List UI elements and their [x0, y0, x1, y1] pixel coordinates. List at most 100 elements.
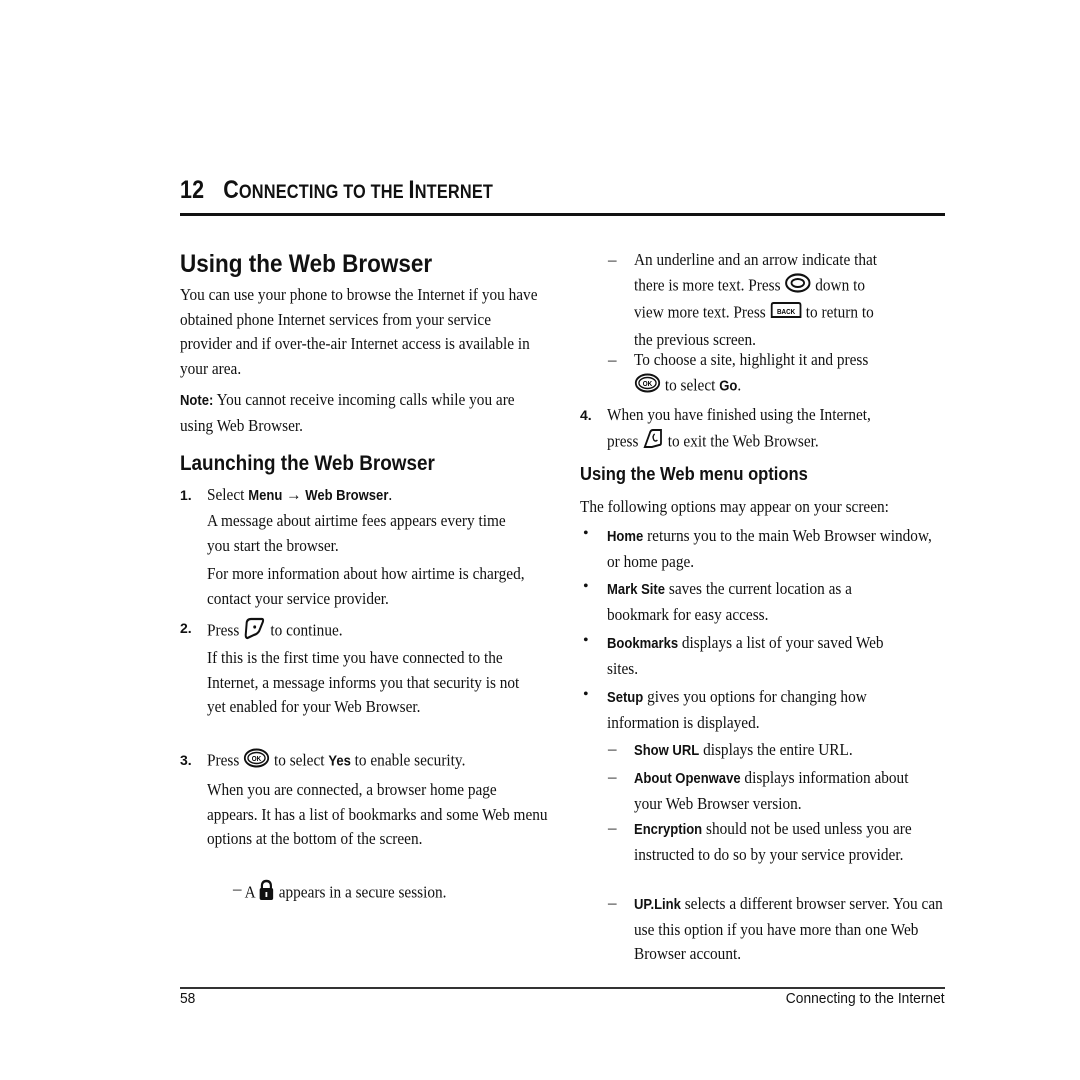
step-3: Press OK to select Yes to enable securit…	[207, 748, 585, 776]
arrow-glyph: →	[282, 485, 306, 504]
option-term: Show URL	[634, 743, 700, 759]
note-text: .	[737, 375, 742, 395]
bullet-marker: •	[583, 525, 589, 542]
dash-marker: –	[608, 250, 617, 269]
step-number: 3.	[180, 752, 192, 768]
setup-encryption: Encryption should not be used unless you…	[634, 817, 949, 867]
bullet-marker: •	[583, 578, 589, 595]
option-text: displays the entire URL.	[699, 740, 853, 759]
step-2-detail: If this is the first time you have conne…	[207, 648, 520, 716]
setup-about-openwave: About Openwave displays information abou…	[634, 766, 931, 816]
note-text: to return to	[801, 302, 874, 322]
svg-text:OK: OK	[252, 756, 262, 763]
navigation-key-icon	[784, 272, 811, 301]
option-text: gives you options for changing how infor…	[607, 687, 867, 732]
option-mark-site: Mark Site saves the current location as …	[607, 577, 913, 627]
ok-key-icon: OK	[243, 748, 270, 776]
step-text: Select	[207, 485, 249, 504]
chapter-title-sc: ONNECTING TO THE	[238, 182, 409, 203]
note-line: To choose a site, highlight it and press	[634, 350, 869, 369]
end-key-icon	[642, 428, 664, 458]
options-intro: The following options may appear on your…	[580, 497, 889, 516]
web-browser-term: Web Browser	[305, 488, 389, 504]
option-text: selects a different browser server. You …	[634, 894, 943, 963]
bullet-marker: •	[583, 686, 589, 703]
step-number: 4.	[580, 407, 592, 423]
step-text: press	[607, 431, 643, 451]
option-text: returns you to the main Web Browser wind…	[607, 526, 932, 571]
dash-marker: –	[608, 818, 617, 837]
note-line: there is more text. Press down to	[634, 272, 994, 301]
option-home: Home returns you to the main Web Browser…	[607, 524, 940, 574]
menu-term: Menu	[248, 488, 283, 504]
dash-marker: –	[608, 767, 617, 786]
step-line: press to exit the Web Browser.	[607, 428, 967, 458]
step-text: Press	[207, 620, 244, 640]
note-text: to select	[661, 375, 720, 395]
step-text: Press	[207, 750, 244, 770]
option-term: About Openwave	[634, 771, 741, 787]
dash-marker: –	[608, 739, 617, 758]
note-line: An underline and an arrow indicate that	[634, 250, 878, 269]
bullet-marker: •	[583, 632, 589, 649]
option-setup: Setup gives you options for changing how…	[607, 685, 922, 735]
more-text-note: An underline and an arrow indicate that …	[634, 248, 994, 352]
step-1-detail-2: For more information about how airtime i…	[207, 564, 525, 608]
go-term: Go	[719, 378, 738, 395]
step-text: to select	[270, 750, 329, 770]
dash-marker: –	[608, 350, 617, 369]
chapter-title-sc: NTERNET	[414, 182, 494, 203]
note-line: view more text. Press BACK to return to	[634, 300, 994, 328]
page-number: 58	[180, 990, 196, 1007]
step-text: to continue.	[266, 620, 343, 640]
setup-uplink: UP.Link selects a different browser serv…	[634, 892, 949, 967]
dash-marker: –	[608, 893, 617, 912]
step-number: 2.	[180, 620, 192, 636]
note-paragraph: Note: You cannot receive incoming calls …	[180, 388, 540, 438]
note-text: You cannot receive incoming calls while …	[180, 390, 515, 435]
chapter-title: 12 CONNECTING TO THE INTERNET	[180, 176, 493, 205]
svg-text:OK: OK	[643, 380, 653, 387]
note-label: Note:	[180, 393, 214, 409]
note-line: OK to select Go.	[634, 373, 994, 401]
option-term: Encryption	[634, 822, 703, 838]
yes-term: Yes	[328, 753, 351, 770]
step-number: 1.	[180, 487, 192, 503]
left-softkey-icon	[243, 616, 266, 648]
step-text: appears in a secure session.	[274, 882, 447, 902]
option-term: Bookmarks	[607, 636, 679, 652]
back-key-icon: BACK	[770, 300, 802, 328]
step-3-detail: When you are connected, a browser home p…	[207, 780, 548, 848]
step-text: A	[244, 882, 259, 902]
footer-rule	[180, 987, 945, 989]
note-text: there is more text. Press	[634, 275, 785, 295]
secure-session-note: – A appears in a secure session.	[234, 879, 558, 909]
header-rule	[180, 213, 945, 216]
step-text: to enable security.	[350, 750, 466, 770]
step-2: Press to continue.	[207, 616, 567, 648]
lock-icon	[259, 879, 275, 909]
section-heading: Using the Web Browser	[180, 250, 433, 278]
step-text: to exit the Web Browser.	[663, 431, 819, 451]
step-1: Select Menu → Web Browser.	[207, 483, 567, 509]
step-1-detail: A message about airtime fees appears eve…	[207, 511, 506, 555]
option-bookmarks: Bookmarks displays a list of your saved …	[607, 631, 904, 681]
option-term: Mark Site	[607, 582, 666, 598]
option-term: Home	[607, 529, 644, 545]
note-text: view more text. Press	[634, 302, 770, 322]
note-text: down to	[811, 275, 865, 295]
choose-site-note: To choose a site, highlight it and press…	[634, 348, 994, 400]
setup-show-url: Show URL displays the entire URL.	[634, 738, 958, 764]
footer-section-title: Connecting to the Internet	[786, 990, 945, 1007]
subsection-heading: Using the Web menu options	[580, 464, 808, 484]
subsection-heading: Launching the Web Browser	[180, 452, 435, 475]
step-4: When you have finished using the Interne…	[607, 403, 967, 457]
option-term: UP.Link	[634, 897, 681, 913]
back-key-label: BACK	[777, 309, 795, 316]
step-line: When you have finished using the Interne…	[607, 405, 871, 424]
step-text: .	[388, 485, 393, 504]
chapter-title-cap: C	[223, 176, 239, 204]
chapter-number: 12	[180, 176, 205, 204]
option-term: Setup	[607, 690, 644, 706]
intro-paragraph: You can use your phone to browse the Int…	[180, 285, 538, 378]
